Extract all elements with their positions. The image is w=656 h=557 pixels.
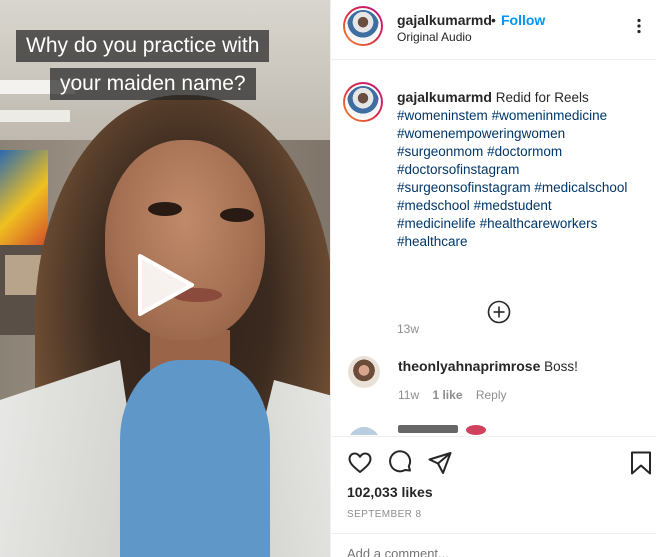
commenter-avatar[interactable] [348,356,380,388]
likes-count[interactable]: 102,033 likes [347,484,433,500]
add-comment-input[interactable] [347,546,637,557]
comment-meta: 11w 1 like Reply [398,388,517,402]
hashtag[interactable]: #healthcare [397,234,468,249]
hashtag[interactable]: #healthcareworkers [480,216,598,231]
add-comment-row [331,533,656,557]
audio-label[interactable]: Original Audio [397,30,472,44]
reel-video[interactable]: Why do you practice with your maiden nam… [0,0,330,557]
hashtag[interactable]: #doctormom [487,144,562,159]
hashtag[interactable]: #medstudent [474,198,552,213]
heart-icon[interactable] [347,450,373,476]
post-side-panel: gajalkumarmd • Follow Original Audio gaj… [330,0,656,557]
more-options-icon[interactable] [631,18,647,34]
hashtag[interactable]: #doctorsofinstagram [397,162,519,177]
comment-item: theonlyahnaprimrose Boss! 11w 1 like Rep… [331,350,656,410]
post-actions: 102,033 likes SEPTEMBER 8 [331,436,656,557]
hashtag[interactable]: #womeninmedicine [492,108,608,123]
hashtag[interactable]: #womeninstem [397,108,488,123]
follow-button[interactable]: Follow [501,12,545,28]
comment-body: Boss! [544,359,578,374]
hashtag[interactable]: #womenempoweringwomen [397,126,565,141]
video-caption-line-2: your maiden name? [50,68,256,100]
hashtag[interactable]: #medicalschool [534,180,627,195]
caption-body: Redid for Reels [495,90,589,105]
hashtag[interactable]: #surgeonsofinstagram [397,180,531,195]
bookmark-icon[interactable] [628,450,654,476]
caption-author-avatar[interactable] [343,82,383,122]
reply-button[interactable]: Reply [476,388,507,402]
caption-username[interactable]: gajalkumarmd [397,89,492,105]
post-date[interactable]: SEPTEMBER 8 [347,509,421,520]
comment-likes[interactable]: 1 like [432,388,462,402]
author-username[interactable]: gajalkumarmd [397,12,492,28]
post-header: gajalkumarmd • Follow Original Audio [331,0,656,60]
play-icon[interactable] [134,252,196,318]
commenter-username[interactable]: theonlyahnaprimrose [398,358,540,374]
next-comment-peek [348,425,508,435]
hashtag[interactable]: #medschool [397,198,470,213]
post-timestamp[interactable]: 13w [397,322,419,336]
author-avatar[interactable] [343,6,383,46]
comment-icon[interactable] [388,450,414,476]
hashtag[interactable]: #surgeonmom [397,144,483,159]
comment-text: theonlyahnaprimrose Boss! [398,358,578,374]
share-icon[interactable] [427,450,453,476]
hashtag[interactable]: #medicinelife [397,216,476,231]
separator-dot: • [491,12,496,28]
video-caption-line-1: Why do you practice with [16,30,270,62]
comment-timestamp[interactable]: 11w [398,388,419,402]
plus-circle-icon[interactable] [487,300,511,324]
caption-text: gajalkumarmd Redid for Reels #womeninste… [397,88,647,251]
